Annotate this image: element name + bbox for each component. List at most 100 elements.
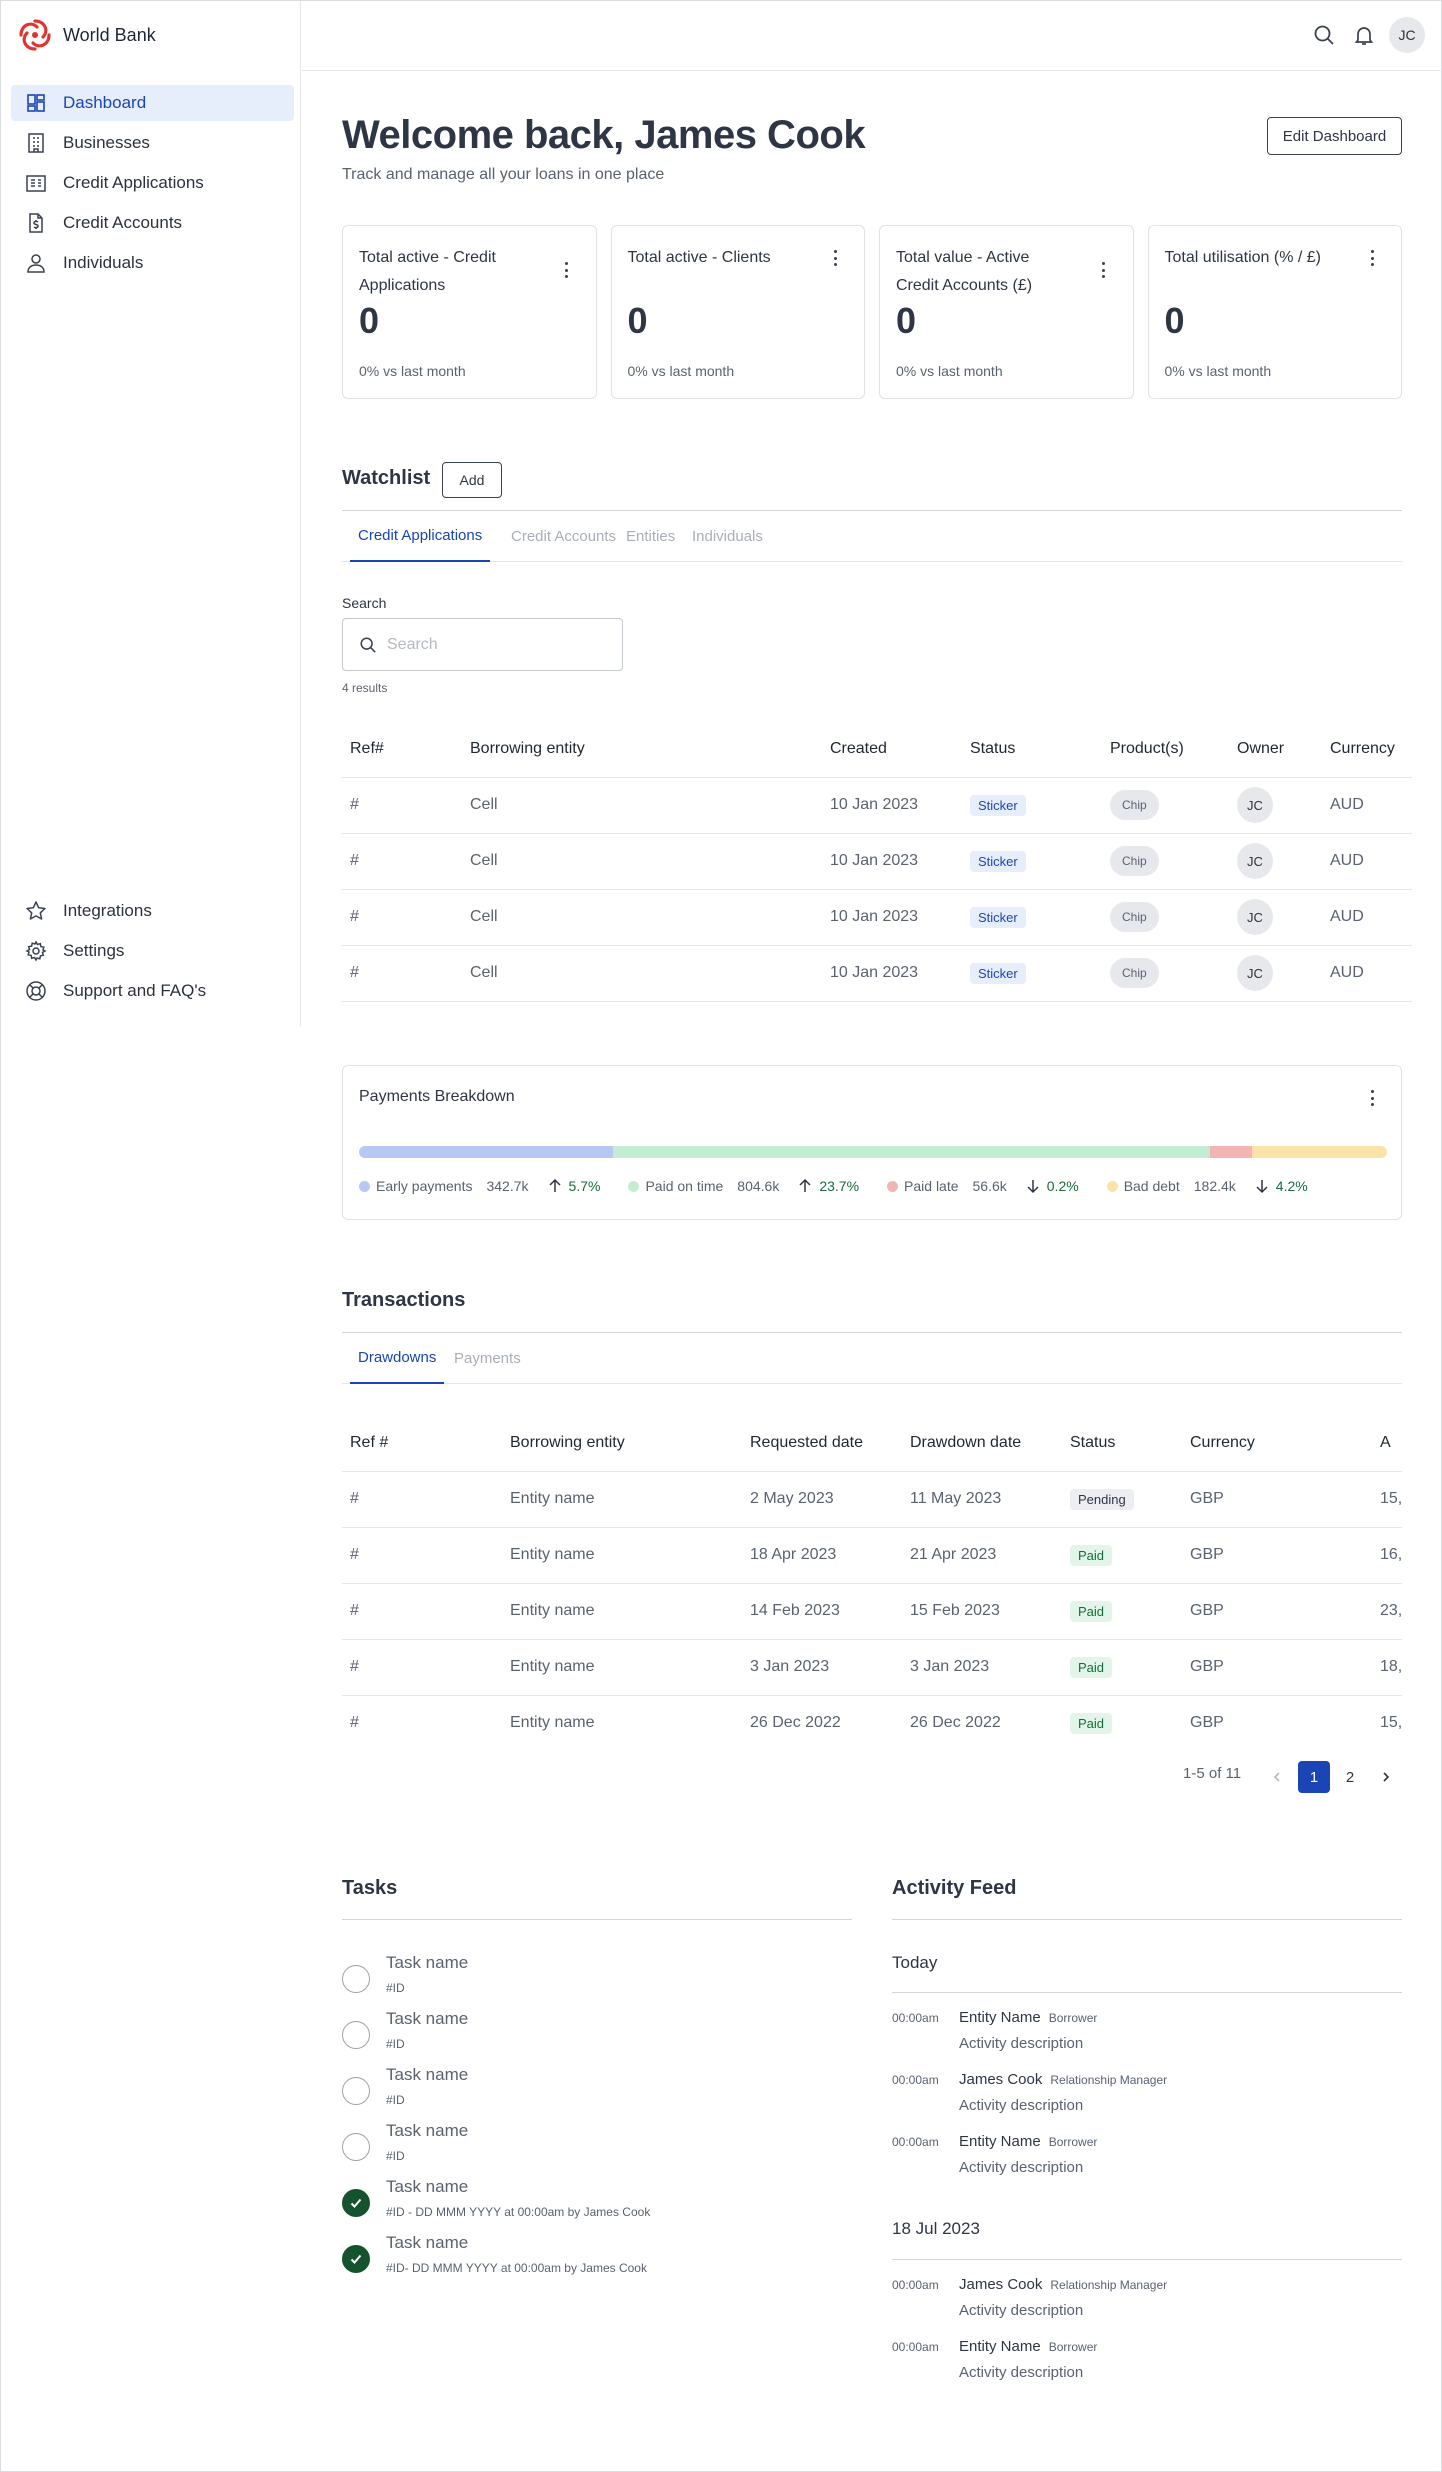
sidebar-item-businesses[interactable]: Businesses: [11, 125, 294, 161]
stat-value: 0: [1164, 300, 1185, 341]
page-button-2[interactable]: 2: [1334, 1761, 1366, 1793]
transactions-title: Transactions: [342, 1289, 466, 1311]
tab-individuals[interactable]: Individuals: [684, 511, 771, 562]
task-checkbox[interactable]: [342, 1965, 370, 1993]
product-chip[interactable]: Chip: [1110, 958, 1159, 988]
sidebar-item-support[interactable]: Support and FAQ's: [11, 973, 294, 1009]
star-icon: [26, 901, 46, 920]
activity-entity-name[interactable]: James Cook: [959, 2276, 1042, 2293]
tab-credit-applications[interactable]: Credit Applications: [350, 511, 491, 562]
sidebar-item-individuals[interactable]: Individuals: [11, 245, 294, 281]
tab-credit-accounts[interactable]: Credit Accounts: [503, 511, 624, 562]
activity-item[interactable]: 00:00am Entity Name Borrower Activity des…: [892, 2133, 1402, 2189]
column-header[interactable]: Borrowing entity: [462, 721, 822, 778]
product-chip[interactable]: Chip: [1110, 902, 1159, 932]
activity-description: Activity description: [959, 2097, 1084, 2114]
task-checkbox[interactable]: [342, 2021, 370, 2049]
column-header[interactable]: A: [1372, 1415, 1402, 1472]
cell-product: Chip: [1102, 889, 1229, 946]
more-vertical-icon[interactable]: [832, 250, 838, 266]
ledger-icon: [26, 175, 46, 192]
column-header[interactable]: Owner: [1229, 721, 1322, 778]
cell-created: 10 Jan 2023: [822, 889, 962, 946]
activity-item[interactable]: 00:00am Entity Name Borrower Activity des…: [892, 2338, 1402, 2394]
payments-breakdown-card: Payments Breakdown Early payments 342.7k…: [342, 1065, 1402, 1220]
payments-legend: Early payments 342.7k 5.7% Paid on time …: [359, 1178, 1308, 1194]
task-name: Task name: [386, 2065, 469, 2084]
edit-dashboard-button[interactable]: Edit Dashboard: [1267, 117, 1402, 155]
more-vertical-icon[interactable]: [1101, 262, 1107, 278]
next-page-button[interactable]: [1370, 1761, 1402, 1793]
legend-item: Bad debt 182.4k 4.2%: [1106, 1178, 1308, 1194]
task-checkbox-checked[interactable]: [342, 2245, 370, 2273]
cell-created: 10 Jan 2023: [822, 833, 962, 890]
column-header[interactable]: Status: [1062, 1415, 1182, 1472]
status-badge: Sticker: [970, 906, 1026, 928]
activity-item[interactable]: 00:00am James Cook Relationship Manager A…: [892, 2071, 1402, 2127]
table-row[interactable]: # Entity name 3 Jan 2023 3 Jan 2023 Paid…: [342, 1639, 1402, 1696]
sidebar-item-dashboard[interactable]: Dashboard: [11, 85, 294, 121]
table-row[interactable]: # Entity name 14 Feb 2023 15 Feb 2023 Pa…: [342, 1583, 1402, 1640]
column-header[interactable]: Drawdown date: [902, 1415, 1062, 1472]
column-header[interactable]: Requested date: [742, 1415, 902, 1472]
product-chip[interactable]: Chip: [1110, 846, 1159, 876]
more-vertical-icon[interactable]: [1369, 1090, 1375, 1106]
tab-payments[interactable]: Payments: [446, 1333, 529, 1384]
task-name: Task name: [386, 1953, 469, 1972]
tab-drawdowns[interactable]: Drawdowns: [350, 1333, 445, 1384]
column-header[interactable]: Ref #: [342, 1415, 502, 1472]
table-row[interactable]: # Cell 10 Jan 2023 Sticker Chip JC AUD: [342, 889, 1412, 946]
activity-entity-name[interactable]: James Cook: [959, 2071, 1042, 2088]
task-checkbox[interactable]: [342, 2077, 370, 2105]
activity-entity-name[interactable]: Entity Name: [959, 2133, 1041, 2150]
column-header[interactable]: Currency: [1182, 1415, 1372, 1472]
sidebar-item-credit-accounts[interactable]: Credit Accounts: [11, 205, 294, 241]
watchlist-add-button[interactable]: Add: [442, 462, 502, 498]
activity-item[interactable]: 00:00am Entity Name Borrower Activity des…: [892, 2009, 1402, 2065]
cell-owner: JC: [1229, 889, 1322, 946]
table-row[interactable]: # Cell 10 Jan 2023 Sticker Chip JC AUD: [342, 777, 1412, 834]
task-meta: #ID: [386, 2093, 405, 2107]
column-header[interactable]: Borrowing entity: [502, 1415, 742, 1472]
activity-item[interactable]: 00:00am James Cook Relationship Manager A…: [892, 2276, 1402, 2332]
user-avatar[interactable]: JC: [1389, 17, 1425, 53]
sidebar-item-label: Integrations: [63, 901, 152, 920]
brand[interactable]: World Bank: [17, 17, 156, 53]
legend-label: Paid on time: [645, 1178, 724, 1194]
more-vertical-icon[interactable]: [1369, 250, 1375, 266]
activity-entity-name[interactable]: Entity Name: [959, 2009, 1041, 2026]
table-row[interactable]: # Entity name 2 May 2023 11 May 2023 Pen…: [342, 1471, 1402, 1528]
bell-icon[interactable]: [1350, 21, 1378, 49]
search-icon[interactable]: [1310, 21, 1338, 49]
page-button-1[interactable]: 1: [1298, 1761, 1330, 1793]
sidebar: World Bank Dashboard Businesses Credit A…: [1, 1, 301, 1026]
activity-description: Activity description: [959, 2159, 1084, 2176]
column-header[interactable]: Product(s): [1102, 721, 1229, 778]
activity-entity-name[interactable]: Entity Name: [959, 2338, 1041, 2355]
table-row[interactable]: # Entity name 18 Apr 2023 21 Apr 2023 Pa…: [342, 1527, 1402, 1584]
column-header[interactable]: Created: [822, 721, 962, 778]
sidebar-item-settings[interactable]: Settings: [11, 933, 294, 969]
table-row[interactable]: # Entity name 26 Dec 2022 26 Dec 2022 Pa…: [342, 1695, 1402, 1751]
task-name: Task name: [386, 2009, 469, 2028]
more-vertical-icon[interactable]: [564, 262, 570, 278]
search-field: [342, 618, 623, 671]
cell-drawdown-date: 3 Jan 2023: [902, 1639, 1062, 1696]
prev-page-button[interactable]: [1261, 1761, 1293, 1793]
activity-entity: Entity Name Borrower: [959, 2133, 1097, 2150]
cell-product: Chip: [1102, 833, 1229, 890]
cell-ref: #: [342, 1695, 502, 1751]
column-header[interactable]: Currency: [1322, 721, 1412, 778]
column-header[interactable]: Status: [962, 721, 1102, 778]
search-input[interactable]: [387, 635, 607, 654]
task-checkbox-checked[interactable]: [342, 2189, 370, 2217]
table-row[interactable]: # Cell 10 Jan 2023 Sticker Chip JC AUD: [342, 833, 1412, 890]
sidebar-item-credit-applications[interactable]: Credit Applications: [11, 165, 294, 201]
column-header[interactable]: Ref#: [342, 721, 462, 778]
task-checkbox[interactable]: [342, 2133, 370, 2161]
table-row[interactable]: # Cell 10 Jan 2023 Sticker Chip JC AUD: [342, 945, 1412, 1002]
product-chip[interactable]: Chip: [1110, 790, 1159, 820]
cell-entity: Entity name: [502, 1583, 742, 1640]
tab-entities[interactable]: Entities: [618, 511, 683, 562]
sidebar-item-integrations[interactable]: Integrations: [11, 893, 294, 929]
